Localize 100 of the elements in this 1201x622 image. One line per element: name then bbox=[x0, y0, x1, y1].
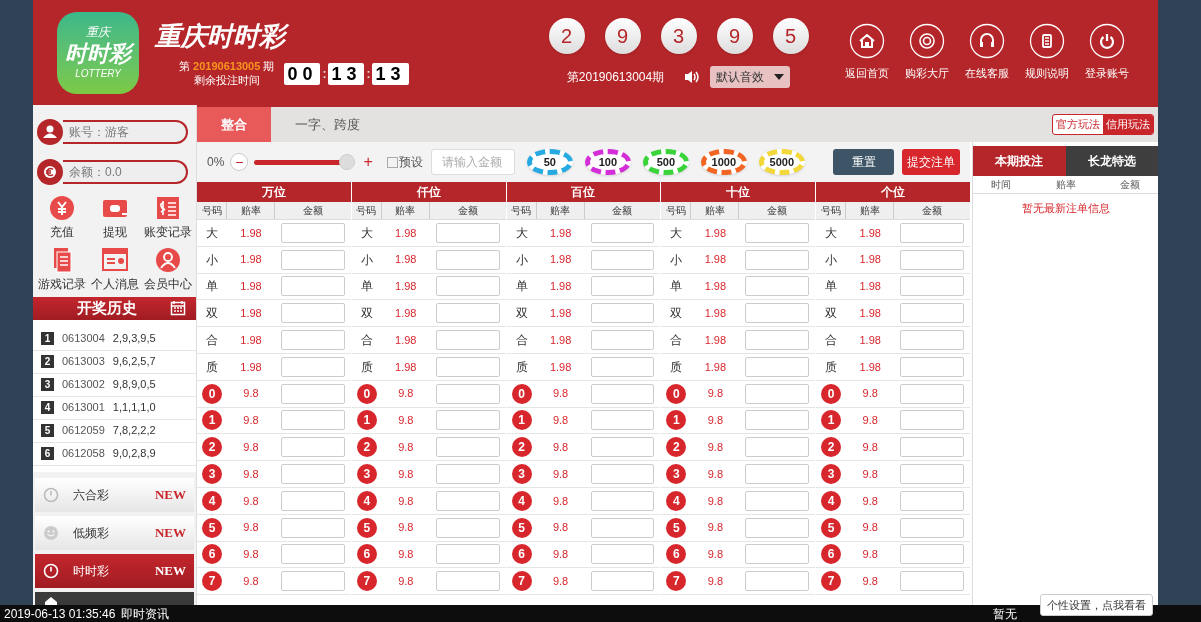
amount-input[interactable] bbox=[281, 356, 345, 377]
bet-option[interactable]: 双 bbox=[515, 304, 528, 323]
chip-button[interactable]: 500 bbox=[642, 149, 689, 175]
bet-option[interactable]: 质 bbox=[670, 357, 683, 376]
amount-input[interactable] bbox=[590, 544, 655, 565]
action-link[interactable]: 游戏记录 bbox=[37, 275, 86, 293]
amount-input[interactable] bbox=[435, 383, 500, 404]
amount-input[interactable] bbox=[281, 383, 345, 404]
nav-link[interactable]: 购彩大厅 bbox=[905, 65, 949, 82]
user-icon[interactable] bbox=[154, 247, 181, 273]
amount-input[interactable] bbox=[900, 544, 964, 565]
bet-option[interactable]: 小 bbox=[825, 250, 838, 269]
power-icon[interactable] bbox=[1089, 23, 1125, 60]
bet-option[interactable]: 双 bbox=[360, 304, 373, 323]
amount-input[interactable] bbox=[590, 571, 655, 592]
amount-input[interactable] bbox=[281, 249, 345, 270]
bet-option[interactable]: 小 bbox=[515, 250, 528, 269]
amount-input[interactable] bbox=[900, 249, 964, 270]
amount-input[interactable] bbox=[900, 303, 964, 324]
amount-input[interactable] bbox=[900, 437, 964, 458]
amount-input[interactable] bbox=[745, 517, 810, 538]
action-link[interactable]: 账变记录 bbox=[143, 223, 192, 241]
panel-tab[interactable]: 长龙特选 bbox=[1065, 146, 1158, 176]
amount-input[interactable] bbox=[590, 276, 655, 297]
amount-input[interactable] bbox=[435, 330, 500, 351]
amount-input[interactable] bbox=[435, 437, 500, 458]
amount-input[interactable] bbox=[590, 249, 655, 270]
bet-option[interactable]: 双 bbox=[206, 304, 218, 323]
bet-option[interactable]: 质 bbox=[206, 357, 218, 376]
tab[interactable]: 一字、跨度 bbox=[271, 107, 384, 142]
game-item[interactable]: 六合彩 NEW bbox=[35, 477, 194, 512]
amount-input[interactable] bbox=[281, 464, 345, 485]
amount-field[interactable]: 请输入金额 bbox=[430, 149, 515, 175]
amount-input[interactable] bbox=[435, 410, 500, 431]
game-item[interactable] bbox=[35, 591, 194, 605]
preset-label[interactable]: 预设 bbox=[398, 153, 423, 171]
account-field[interactable]: 账号：游客 bbox=[63, 120, 188, 144]
bet-option[interactable]: 单 bbox=[825, 277, 838, 296]
bet-option[interactable]: 合 bbox=[515, 331, 528, 350]
bet-option[interactable]: 双 bbox=[825, 304, 838, 323]
amount-input[interactable] bbox=[745, 571, 810, 592]
amount-input[interactable] bbox=[435, 490, 500, 511]
calendar-icon[interactable] bbox=[170, 300, 186, 317]
action-link[interactable]: 会员中心 bbox=[143, 275, 192, 293]
amount-input[interactable] bbox=[590, 222, 655, 243]
amount-input[interactable] bbox=[435, 249, 500, 270]
game-item[interactable]: 时时彩 NEW bbox=[35, 553, 194, 588]
tab[interactable]: 整合 bbox=[197, 107, 271, 142]
chip-button[interactable]: 50 bbox=[526, 149, 573, 175]
amount-input[interactable] bbox=[281, 437, 345, 458]
amount-input[interactable] bbox=[745, 464, 810, 485]
bet-option[interactable]: 大 bbox=[360, 223, 373, 242]
chip-button[interactable]: 1000 bbox=[700, 149, 747, 175]
amount-input[interactable] bbox=[435, 571, 500, 592]
amount-input[interactable] bbox=[590, 383, 655, 404]
amount-input[interactable] bbox=[281, 517, 345, 538]
amount-input[interactable] bbox=[745, 303, 810, 324]
sound-select[interactable]: 默认音效 bbox=[710, 65, 791, 88]
amount-input[interactable] bbox=[745, 490, 810, 511]
amount-input[interactable] bbox=[590, 464, 655, 485]
amount-input[interactable] bbox=[281, 410, 345, 431]
amount-input[interactable] bbox=[900, 517, 964, 538]
bet-option[interactable]: 大 bbox=[515, 223, 528, 242]
bet-option[interactable]: 质 bbox=[825, 357, 838, 376]
yen-icon[interactable] bbox=[48, 195, 75, 221]
amount-input[interactable] bbox=[281, 330, 345, 351]
bet-option[interactable]: 单 bbox=[670, 277, 683, 296]
mode-tab[interactable]: 信用玩法 bbox=[1103, 115, 1153, 134]
amount-input[interactable] bbox=[590, 410, 655, 431]
amount-input[interactable] bbox=[435, 464, 500, 485]
bet-option[interactable]: 单 bbox=[515, 277, 528, 296]
bet-option[interactable]: 小 bbox=[360, 250, 373, 269]
amount-input[interactable] bbox=[745, 276, 810, 297]
submit-button[interactable]: 提交注单 bbox=[902, 149, 960, 175]
settings-tooltip[interactable]: 个性设置，点我看看 bbox=[1040, 594, 1153, 616]
panel-tab[interactable]: 本期投注 bbox=[973, 146, 1066, 176]
bet-option[interactable]: 小 bbox=[670, 250, 683, 269]
plus-button[interactable]: + bbox=[363, 154, 373, 170]
slider[interactable] bbox=[254, 154, 354, 170]
amount-input[interactable] bbox=[435, 356, 500, 377]
amount-input[interactable] bbox=[590, 517, 655, 538]
amount-input[interactable] bbox=[745, 383, 810, 404]
home-icon[interactable] bbox=[849, 23, 885, 60]
bet-option[interactable]: 质 bbox=[360, 357, 373, 376]
headset-icon[interactable] bbox=[969, 23, 1005, 60]
bet-option[interactable]: 合 bbox=[360, 331, 373, 350]
receipt-icon[interactable] bbox=[154, 195, 181, 221]
action-link[interactable]: 提现 bbox=[102, 223, 127, 241]
amount-input[interactable] bbox=[745, 356, 810, 377]
amount-input[interactable] bbox=[590, 330, 655, 351]
amount-input[interactable] bbox=[435, 517, 500, 538]
amount-input[interactable] bbox=[900, 410, 964, 431]
minus-button[interactable]: − bbox=[230, 153, 249, 171]
bet-option[interactable]: 合 bbox=[825, 331, 838, 350]
amount-input[interactable] bbox=[281, 303, 345, 324]
preset-checkbox[interactable] bbox=[386, 156, 398, 168]
bet-option[interactable]: 单 bbox=[360, 277, 373, 296]
bet-option[interactable]: 大 bbox=[670, 223, 683, 242]
amount-input[interactable] bbox=[900, 222, 964, 243]
bet-option[interactable]: 大 bbox=[825, 223, 838, 242]
